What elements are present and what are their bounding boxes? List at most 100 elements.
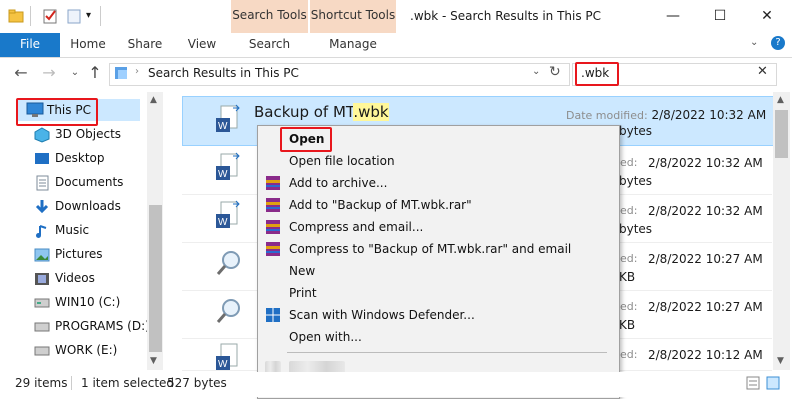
- date-modified: 2/8/2022 10:32 AM: [648, 204, 763, 218]
- word-shortcut-icon: W: [215, 104, 241, 139]
- date-modified: 2/8/2022 10:27 AM: [648, 300, 763, 314]
- sidebar-item-music[interactable]: Music: [55, 220, 89, 240]
- large-icons-view-icon[interactable]: [766, 376, 780, 393]
- content-scroll-thumb[interactable]: [775, 110, 788, 158]
- search-results-icon: [114, 66, 128, 83]
- sidebar-item-desktop[interactable]: Desktop: [55, 148, 105, 168]
- tab-share[interactable]: Share: [116, 33, 174, 57]
- menu-item-open[interactable]: Open: [289, 128, 324, 150]
- file-size: bytes: [619, 124, 653, 138]
- search-tools-group: Search Tools: [231, 0, 308, 33]
- sidebar-item-videos[interactable]: Videos: [55, 268, 95, 288]
- menu-item-open-file-location[interactable]: Open file location: [289, 150, 395, 172]
- scroll-up-icon[interactable]: ▲: [150, 95, 157, 105]
- sidebar-item-d-drive[interactable]: PROGRAMS (D:): [55, 316, 150, 336]
- help-icon[interactable]: ?: [771, 36, 785, 50]
- scroll-down-icon[interactable]: ▼: [150, 356, 157, 366]
- back-arrow-icon[interactable]: ←: [12, 64, 30, 82]
- details-view-icon[interactable]: [746, 376, 760, 393]
- sidebar-item-c-drive[interactable]: WIN10 (C:): [55, 292, 120, 312]
- maximize-button[interactable]: ☐: [705, 4, 735, 28]
- menu-item-add-to-rar[interactable]: Add to "Backup of MT.wbk.rar": [289, 194, 472, 216]
- sidebar-item-3d-objects[interactable]: 3D Objects: [55, 124, 121, 144]
- close-button[interactable]: ✕: [752, 4, 782, 28]
- monitor-icon: [26, 102, 44, 121]
- menu-item-print[interactable]: Print: [289, 282, 317, 304]
- download-arrow-icon: [34, 199, 50, 218]
- minimize-button[interactable]: —: [658, 4, 688, 28]
- tab-search[interactable]: Search: [231, 33, 308, 57]
- selection-count: 1 item selected: [81, 376, 175, 390]
- selection-size: 527 bytes: [167, 376, 227, 390]
- sidebar-item-pictures[interactable]: Pictures: [55, 244, 103, 264]
- recent-locations-icon[interactable]: ⌄: [66, 64, 84, 82]
- menu-item-compress-and-email[interactable]: Compress and email...: [289, 216, 423, 238]
- expand-ribbon-icon[interactable]: ⌄: [750, 37, 758, 48]
- sidebar-item-documents[interactable]: Documents: [55, 172, 123, 192]
- up-arrow-icon[interactable]: ↑: [86, 64, 104, 82]
- cube-icon: [34, 127, 50, 146]
- forward-arrow-icon[interactable]: →: [40, 64, 58, 82]
- scroll-up-icon[interactable]: ▲: [777, 95, 784, 105]
- magnifier-icon: [215, 298, 243, 329]
- folder-icon[interactable]: [8, 8, 24, 24]
- film-icon: [34, 271, 50, 290]
- date-modified: 2/8/2022 10:32 AM: [648, 156, 763, 170]
- tab-manage[interactable]: Manage: [310, 33, 396, 57]
- documents-icon: [34, 175, 50, 194]
- tab-home[interactable]: Home: [62, 33, 114, 57]
- winrar-icon: [265, 241, 281, 260]
- breadcrumb-chevron-icon[interactable]: ›: [135, 66, 139, 77]
- word-shortcut-icon: W: [215, 200, 241, 235]
- tab-view[interactable]: View: [176, 33, 228, 57]
- nav-scroll-thumb[interactable]: [149, 205, 162, 352]
- word-shortcut-icon: W: [215, 342, 241, 373]
- word-shortcut-icon: W: [215, 152, 241, 187]
- drive-icon: [34, 297, 50, 312]
- search-input[interactable]: .wbk: [581, 66, 609, 80]
- shortcut-tools-group: Shortcut Tools: [310, 0, 396, 33]
- sidebar-item-downloads[interactable]: Downloads: [55, 196, 121, 216]
- date-label-fragment: ed:: [620, 252, 638, 265]
- file-size: KB: [619, 318, 636, 332]
- svg-text:W: W: [218, 359, 228, 370]
- clear-search-icon[interactable]: ✕: [757, 64, 768, 79]
- menu-item-compress-to-rar-and-email[interactable]: Compress to "Backup of MT.wbk.rar" and e…: [289, 238, 571, 260]
- pictures-icon: [34, 247, 50, 266]
- drive-icon: [34, 321, 50, 336]
- defender-shield-icon: [265, 307, 281, 326]
- date-modified: 2/8/2022 10:12 AM: [648, 348, 763, 362]
- new-folder-icon[interactable]: [66, 8, 82, 24]
- file-size: KB: [619, 270, 636, 284]
- menu-item-add-to-archive[interactable]: Add to archive...: [289, 172, 387, 194]
- date-modified: 2/8/2022 10:27 AM: [648, 252, 763, 266]
- menu-item-new[interactable]: New: [289, 260, 315, 282]
- date-label-fragment: ed:: [620, 204, 638, 217]
- file-size: bytes: [619, 222, 653, 236]
- menu-item-open-with[interactable]: Open with...: [289, 326, 362, 348]
- date-modified: Date modified: 2/8/2022 10:32 AM: [566, 108, 767, 122]
- music-note-icon: [34, 223, 50, 242]
- breadcrumb[interactable]: Search Results in This PC: [148, 66, 299, 80]
- file-tab[interactable]: File: [0, 33, 60, 57]
- window-title: .wbk - Search Results in This PC: [410, 9, 602, 23]
- magnifier-icon: [215, 250, 243, 281]
- address-dropdown-icon[interactable]: ⌄: [532, 66, 540, 77]
- file-name[interactable]: Backup of MT.wbk: [254, 103, 389, 121]
- divider: [71, 376, 72, 390]
- desktop-icon: [34, 151, 50, 170]
- file-size: bytes: [619, 174, 653, 188]
- svg-text:W: W: [218, 169, 228, 180]
- divider: [30, 6, 31, 26]
- scroll-down-icon[interactable]: ▼: [777, 356, 784, 366]
- winrar-icon: [265, 197, 281, 216]
- properties-icon[interactable]: [42, 8, 58, 24]
- refresh-icon[interactable]: ↻: [549, 64, 561, 80]
- menu-item-scan-defender[interactable]: Scan with Windows Defender...: [289, 304, 475, 326]
- date-label-fragment: ed:: [620, 300, 638, 313]
- winrar-icon: [265, 219, 281, 238]
- drive-icon: [34, 345, 50, 360]
- sidebar-item-e-drive[interactable]: WORK (E:): [55, 340, 117, 360]
- date-label-fragment: ed:: [620, 156, 638, 169]
- sidebar-item-this-pc[interactable]: This PC: [47, 100, 91, 120]
